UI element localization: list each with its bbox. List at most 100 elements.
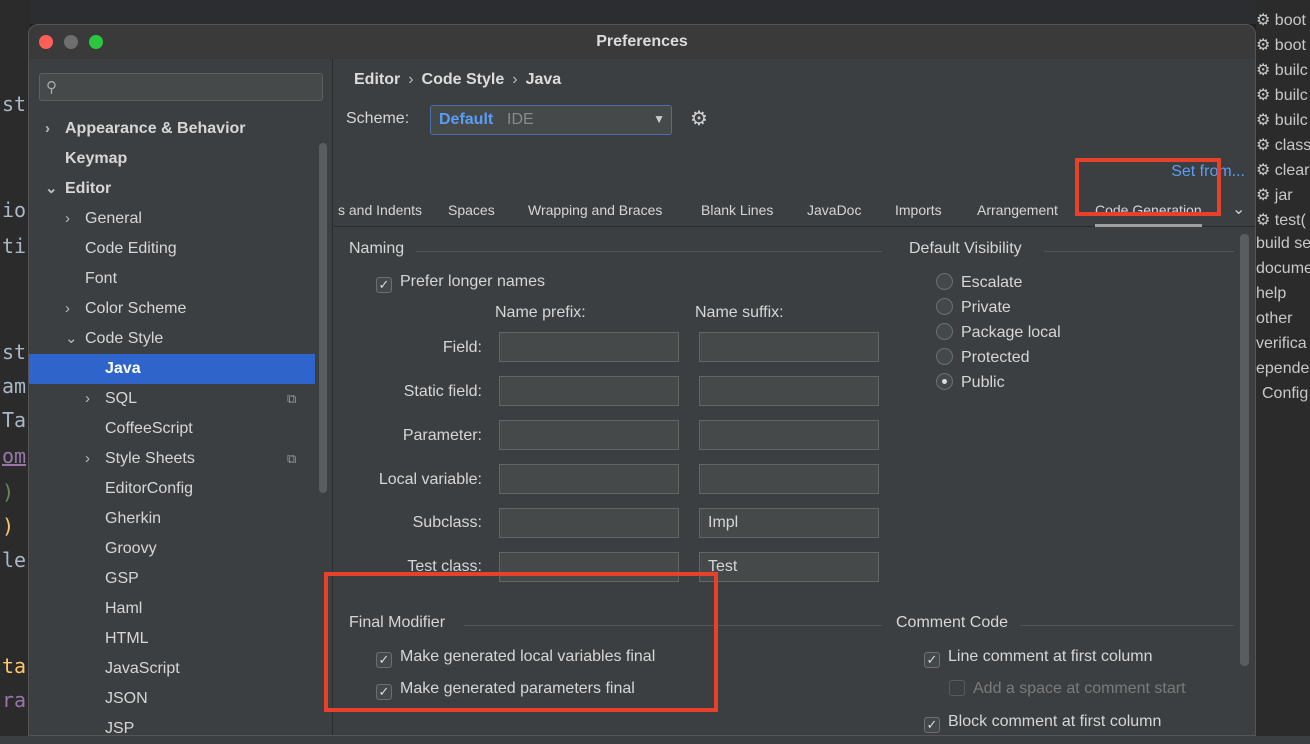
sidebar-item-style-sheets[interactable]: › Style Sheets [85, 444, 195, 474]
naming-section-title: Naming [349, 240, 405, 257]
sidebar-item-label: Style Sheets [105, 450, 195, 467]
sidebar-item-code-editing[interactable]: Code Editing [85, 234, 177, 264]
tab-imports[interactable]: Imports [895, 202, 942, 218]
parameter-prefix-input[interactable] [499, 420, 679, 450]
sidebar-item-editor[interactable]: ⌄ Editor [45, 174, 111, 204]
sidebar-item-label: Gherkin [105, 510, 162, 527]
sidebar-item-label: Haml [105, 600, 143, 617]
sidebar-item-code-style[interactable]: ⌄ Code Style [65, 324, 163, 354]
parameter-suffix-input[interactable] [699, 420, 879, 450]
section-divider [416, 251, 882, 252]
main-scrollbar[interactable] [1240, 234, 1249, 666]
sidebar-item-label: GSP [105, 570, 139, 587]
tab-arrangement[interactable]: Arrangement [977, 202, 1058, 218]
code-fragment: Ta [2, 408, 27, 432]
radio-package-local[interactable]: Package local [936, 323, 1061, 343]
gradle-task: ⚙ builc [1256, 112, 1308, 129]
search-icon: ⚲ [46, 79, 57, 96]
static-field-suffix-input[interactable] [699, 376, 879, 406]
radio-protected[interactable]: Protected [936, 348, 1029, 368]
code-fragment: le [2, 548, 27, 572]
sidebar-item-javascript[interactable]: JavaScript [105, 654, 180, 684]
chevron-right-icon: › [45, 120, 50, 137]
radio-dot [936, 373, 953, 390]
sidebar-item-gherkin[interactable]: Gherkin [105, 504, 161, 534]
tab-wrapping-and-braces[interactable]: Wrapping and Braces [528, 202, 662, 218]
radio-private[interactable]: Private [936, 298, 1011, 318]
subclass-suffix-input[interactable]: Impl [699, 508, 879, 538]
scheme-label: Scheme: [346, 110, 410, 127]
radio-dot [936, 298, 953, 315]
breadcrumb-separator: › [512, 71, 518, 88]
gradle-task: ⚙ builc [1256, 87, 1308, 104]
line-comment-first-column-checkbox[interactable]: ✓ Line comment at first column [924, 647, 1153, 668]
radio-dot [936, 348, 953, 365]
breadcrumb-editor[interactable]: Editor [354, 71, 400, 88]
chevron-down-icon[interactable]: ⌄ [1232, 199, 1245, 219]
tab-tabs-and-indents[interactable]: s and Indents [338, 202, 422, 218]
gradle-task: ⚙ boot [1256, 37, 1306, 54]
checkbox-label: Block comment at first column [948, 713, 1162, 730]
checkbox-box [949, 680, 965, 696]
sidebar-item-groovy[interactable]: Groovy [105, 534, 157, 564]
checkbox-box: ✓ [924, 652, 940, 668]
scheme-value: Default [439, 111, 494, 128]
prefer-longer-names-checkbox[interactable]: ✓ Prefer longer names [376, 272, 545, 293]
scheme-dropdown[interactable]: Default IDE ▼ [430, 105, 672, 135]
subclass-prefix-input[interactable] [499, 508, 679, 538]
sidebar-item-label: Code Style [85, 330, 164, 347]
code-fragment: ) [2, 480, 15, 504]
gradle-task: ⚙ jar [1256, 187, 1293, 204]
sidebar-item-html[interactable]: HTML [105, 624, 149, 654]
gradle-task: ⚙ boot [1256, 12, 1306, 29]
sidebar-item-json[interactable]: JSON [105, 684, 148, 714]
gear-icon[interactable]: ⚙ [690, 106, 708, 131]
tab-javadoc[interactable]: JavaDoc [807, 202, 861, 218]
radio-escalate[interactable]: Escalate [936, 273, 1022, 293]
sidebar-item-label: JSP [105, 720, 135, 736]
project-copy-icon: ⧉ [287, 451, 297, 466]
field-suffix-input[interactable] [699, 332, 879, 362]
name-suffix-header: Name suffix: [695, 304, 784, 321]
block-comment-first-column-checkbox[interactable]: ✓ Block comment at first column [924, 712, 1162, 733]
test-class-suffix-input[interactable]: Test [699, 552, 879, 582]
sidebar-item-keymap[interactable]: Keymap [65, 144, 127, 174]
sidebar-item-java[interactable]: Java [29, 354, 315, 384]
ide-editor-background: st io ti st am Ta om ) ) le ta ra [0, 0, 30, 744]
sidebar-item-haml[interactable]: Haml [105, 594, 142, 624]
code-fragment: st [2, 340, 27, 364]
sidebar-item-label: Appearance & Behavior [65, 120, 246, 137]
ide-toolbar-background [0, 0, 1310, 24]
radio-public[interactable]: Public [936, 373, 1005, 393]
sidebar-item-label: General [85, 210, 142, 227]
scheme-sub: IDE [507, 111, 534, 128]
sidebar-item-label: EditorConfig [105, 480, 194, 497]
tab-blank-lines[interactable]: Blank Lines [701, 202, 773, 218]
breadcrumb-code-style[interactable]: Code Style [422, 71, 505, 88]
chevron-right-icon: › [65, 300, 70, 317]
tab-spaces[interactable]: Spaces [448, 202, 495, 218]
field-row-label: Field: [442, 339, 482, 356]
sidebar-item-color-scheme[interactable]: › Color Scheme [65, 294, 186, 324]
gradle-group: other [1256, 310, 1293, 327]
chevron-down-icon: ▼ [653, 112, 665, 126]
gradle-panel-background: ⚙ boot ⚙ boot ⚙ builc ⚙ builc ⚙ builc ⚙ … [1256, 0, 1310, 744]
static-field-prefix-input[interactable] [499, 376, 679, 406]
sidebar-item-general[interactable]: › General [65, 204, 142, 234]
sidebar-item-label: HTML [105, 630, 149, 647]
search-input[interactable]: ⚲ [39, 73, 323, 101]
breadcrumb: Editor › Code Style › Java [354, 71, 561, 89]
sidebar-item-gsp[interactable]: GSP [105, 564, 139, 594]
sidebar-item-jsp[interactable]: JSP [105, 714, 135, 736]
local-variable-suffix-input[interactable] [699, 464, 879, 494]
local-variable-prefix-input[interactable] [499, 464, 679, 494]
sidebar-item-font[interactable]: Font [85, 264, 117, 294]
gradle-task: ⚙ class [1256, 137, 1310, 154]
checkbox-box: ✓ [924, 717, 940, 733]
field-prefix-input[interactable] [499, 332, 679, 362]
sidebar-item-sql[interactable]: › SQL [85, 384, 137, 414]
sidebar-item-coffeescript[interactable]: CoffeeScript [105, 414, 193, 444]
sidebar-item-appearance[interactable]: › Appearance & Behavior [45, 114, 246, 144]
sidebar-item-label: Java [105, 360, 141, 377]
sidebar-item-editorconfig[interactable]: EditorConfig [105, 474, 193, 504]
